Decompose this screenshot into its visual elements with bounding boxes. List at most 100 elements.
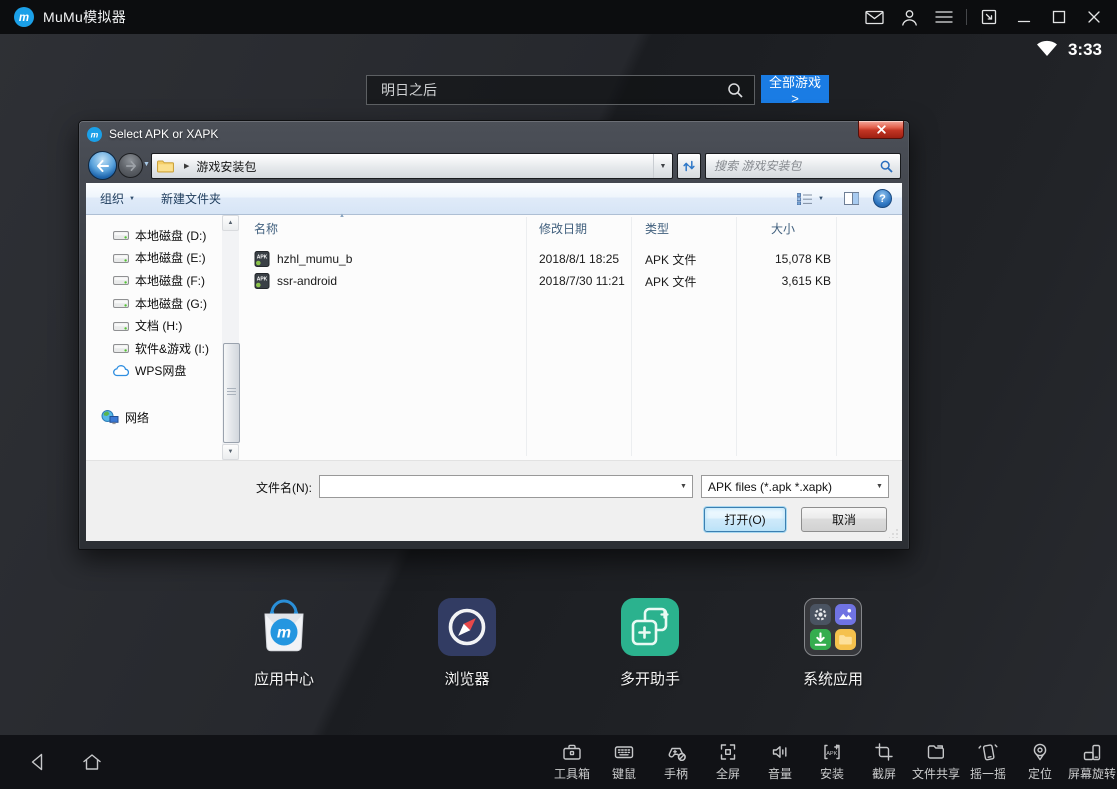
new-folder-button[interactable]: 新建文件夹 [155,190,227,207]
forward-button[interactable] [118,153,143,178]
file-type: APK 文件 [645,248,696,270]
gamepad-button[interactable]: 手柄 [650,735,702,789]
clock-time: 3:33 [1068,40,1102,60]
apk-file-icon: APK [254,251,270,267]
dialog-close-button[interactable] [858,121,904,139]
desktop-icon-browser[interactable]: 浏览器 [407,598,527,689]
views-button[interactable]: ▼ [791,193,830,205]
history-dropdown-icon[interactable]: ▼ [143,161,150,168]
filename-input[interactable] [320,479,675,495]
preview-pane-icon[interactable] [838,192,865,205]
desktop-icon-app-center[interactable]: m 应用中心 [224,598,344,689]
chevron-down-icon: ▼ [865,483,888,490]
file-row[interactable]: APK hzhl_mumu_b 2018/8/1 18:25 APK 文件 15… [239,248,902,270]
location-button[interactable]: 定位 [1014,735,1066,789]
all-games-button[interactable]: 全部游戏 > [761,75,829,103]
shake-button[interactable]: 摇一摇 [962,735,1014,789]
sidebar-item-drive-f[interactable]: 本地磁盘 (F:) [86,269,222,292]
game-search-box [366,75,755,105]
window-titlebar: m MuMu模拟器 [0,0,1117,34]
column-header-date[interactable]: 修改日期 [539,215,587,241]
dialog-search-box [705,153,901,179]
filename-combo: ▼ [319,475,693,498]
chevron-down-icon[interactable]: ▼ [675,483,692,490]
system-apps-folder-icon [804,598,862,656]
file-row[interactable]: APK ssr-android 2018/7/30 11:21 APK 文件 3… [239,270,902,292]
sidebar-item-drive-h[interactable]: 文档 (H:) [86,314,222,337]
sidebar-item-drive-i[interactable]: 软件&游戏 (I:) [86,337,222,360]
drive-icon [113,320,129,332]
volume-button[interactable]: 音量 [754,735,806,789]
user-icon[interactable] [896,4,922,30]
settings-mini-icon [810,604,831,625]
back-icon[interactable] [26,750,50,774]
sidebar-label: 本地磁盘 (E:) [135,249,206,266]
fullscreen-button[interactable]: 全屏 [702,735,754,789]
file-type-filter[interactable]: APK files (*.apk *.xapk) ▼ [701,475,889,498]
screenshot-button[interactable]: 截屏 [858,735,910,789]
sidebar-scrollbar[interactable]: ▲ ▼ [222,215,239,460]
scrollbar-thumb[interactable] [223,343,240,443]
screenshot-icon [873,741,895,763]
address-dropdown-icon[interactable]: ▼ [653,154,672,178]
cancel-button[interactable]: 取消 [801,507,887,532]
close-window-icon[interactable] [1081,4,1107,30]
home-icon[interactable] [80,750,104,774]
search-icon[interactable] [880,160,893,173]
file-date: 2018/7/30 11:21 [539,270,625,292]
toolbox-button[interactable]: 工具箱 [546,735,598,789]
dock-label: 摇一摇 [970,765,1006,782]
open-button[interactable]: 打开(O) [704,507,786,532]
sidebar-item-drive-d[interactable]: 本地磁盘 (D:) [86,224,222,247]
titlebar-divider [966,9,967,25]
mail-icon[interactable] [861,4,887,30]
organize-menu[interactable]: 组织 ▼ [94,190,141,207]
install-apk-icon: APK [821,741,843,763]
file-share-button[interactable]: 文件共享 [910,735,962,789]
svg-text:m: m [91,129,99,139]
column-header-type[interactable]: 类型 [645,215,669,241]
search-icon[interactable] [727,82,744,99]
column-header-name[interactable]: 名称 [254,215,278,241]
sidebar-item-network[interactable]: 网络 [86,406,222,429]
game-search-input[interactable] [367,82,727,98]
back-button[interactable] [88,151,117,180]
file-name: hzhl_mumu_b [277,252,352,266]
refresh-button[interactable] [677,153,701,179]
volume-icon [769,741,791,763]
sidebar-label: 网络 [125,409,149,426]
svg-text:APK: APK [257,254,268,260]
install-apk-button[interactable]: APK 安装 [806,735,858,789]
android-status-bar: 3:33 [1035,38,1102,62]
file-list: ▲ 名称 修改日期 类型 大小 APK hzhl_mumu_b 2018/8/1… [239,215,902,460]
resize-window-icon[interactable] [976,4,1002,30]
network-icon [101,410,119,425]
sidebar-item-wps-cloud[interactable]: WPS网盘 [86,360,222,383]
maximize-icon[interactable] [1046,4,1072,30]
breadcrumb-folder[interactable]: 游戏安装包 [196,158,256,175]
desktop-icon-label: 浏览器 [444,668,489,689]
dock-label: 文件共享 [912,765,960,782]
minimize-icon[interactable] [1011,4,1037,30]
desktop-icon-label: 多开助手 [620,668,680,689]
address-bar[interactable]: ▶ 游戏安装包 ▼ [151,153,673,179]
svg-text:m: m [277,625,291,642]
sidebar-item-drive-g[interactable]: 本地磁盘 (G:) [86,292,222,315]
desktop-icon-multi-instance[interactable]: 多开助手 [590,598,710,689]
select-apk-dialog: m Select APK or XAPK ▼ ▶ 游戏安装包 ▼ [78,120,910,550]
keyboard-mouse-button[interactable]: 键鼠 [598,735,650,789]
sidebar-label: 本地磁盘 (F:) [135,272,205,289]
menu-icon[interactable] [931,4,957,30]
resize-grip[interactable] [889,528,899,538]
help-icon[interactable]: ? [873,189,892,208]
dialog-search-input[interactable] [706,158,880,174]
scroll-down-button[interactable]: ▼ [222,444,239,460]
desktop-icon-system-apps[interactable]: 系统应用 [773,598,893,689]
dock-label: 安装 [820,765,844,782]
sidebar-item-drive-e[interactable]: 本地磁盘 (E:) [86,247,222,270]
column-header-size[interactable]: 大小 [771,215,795,241]
bottom-dock: 工具箱 键鼠 手柄 全屏 音量 APK 安装 [0,735,1117,789]
scroll-up-button[interactable]: ▲ [222,215,239,231]
svg-text:APK: APK [826,751,837,757]
screen-rotate-button[interactable]: 屏幕旋转 [1066,735,1117,789]
